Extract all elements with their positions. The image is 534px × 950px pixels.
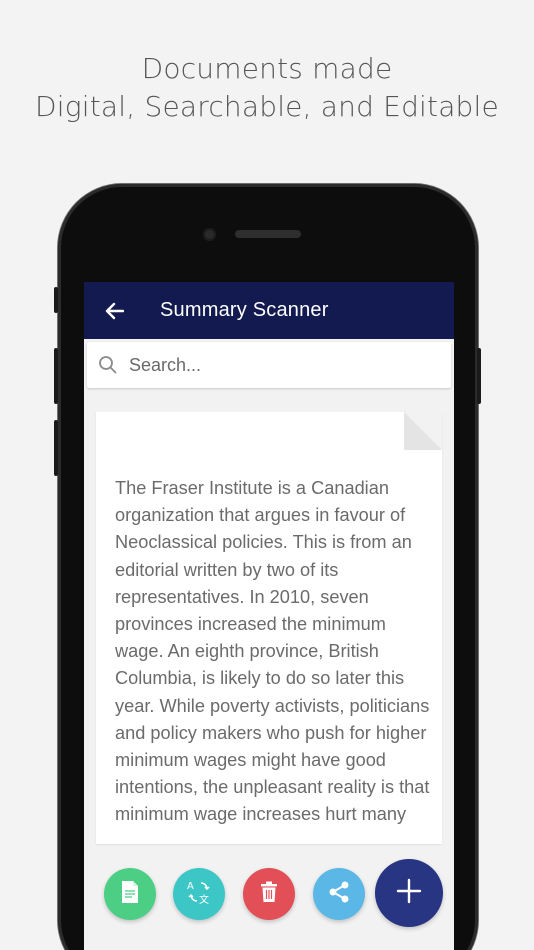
trash-icon xyxy=(260,881,278,908)
app-screen: Summary Scanner The Fraser Institute is … xyxy=(84,282,454,950)
translate-button[interactable]: A 文 xyxy=(173,868,225,920)
phone-side-button-left-2 xyxy=(54,348,58,404)
search-input[interactable] xyxy=(129,354,429,376)
document-card[interactable]: The Fraser Institute is a Canadian organ… xyxy=(96,412,442,844)
add-document-button[interactable] xyxy=(375,859,443,927)
app-title: Summary Scanner xyxy=(160,299,329,321)
document-folded-corner xyxy=(404,412,442,450)
phone-side-button-left-1 xyxy=(54,287,58,313)
share-button[interactable] xyxy=(313,868,365,920)
delete-button[interactable] xyxy=(243,868,295,920)
svg-text:A: A xyxy=(187,881,194,892)
headline-line-1: Documents made xyxy=(141,52,393,85)
phone-camera xyxy=(203,228,216,241)
share-icon xyxy=(327,880,351,909)
phone-side-button-left-3 xyxy=(54,420,58,476)
phone-speaker xyxy=(235,230,301,238)
svg-text:文: 文 xyxy=(199,893,209,906)
document-button[interactable] xyxy=(104,868,156,920)
document-icon xyxy=(120,880,140,909)
back-arrow-icon[interactable] xyxy=(86,282,142,339)
promo-headline: Documents made Digital, Searchable, and … xyxy=(0,50,534,126)
search-bar[interactable] xyxy=(87,342,451,388)
app-bar: Summary Scanner xyxy=(84,282,454,339)
search-icon xyxy=(89,342,127,388)
plus-icon xyxy=(396,878,422,909)
phone-side-button-right xyxy=(477,348,481,404)
action-bar: A 文 xyxy=(84,858,454,950)
headline-line-2: Digital, Searchable, and Editable xyxy=(35,90,499,123)
translate-icon: A 文 xyxy=(185,878,213,911)
document-text: The Fraser Institute is a Canadian organ… xyxy=(115,478,430,825)
